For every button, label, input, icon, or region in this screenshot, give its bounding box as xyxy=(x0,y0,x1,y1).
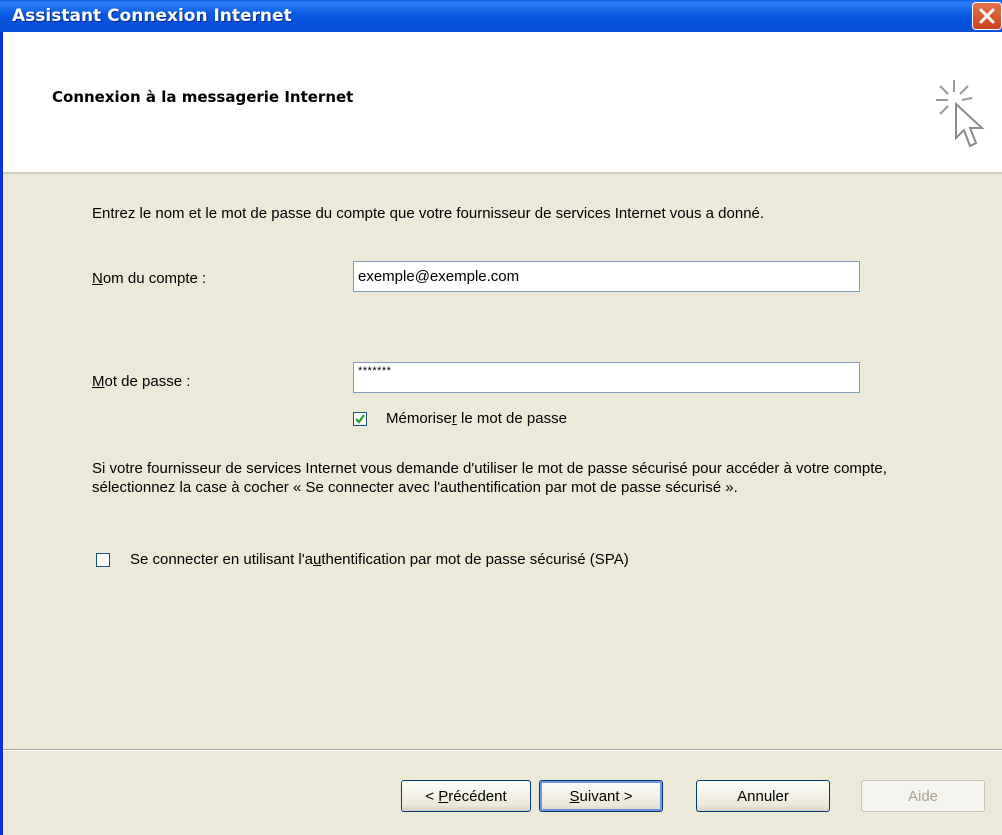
password-label: Mot de passe : xyxy=(92,373,191,390)
account-name-input[interactable]: exemple@exemple.com xyxy=(353,261,860,292)
account-name-value: exemple@exemple.com xyxy=(358,268,520,285)
spa-checkbox[interactable] xyxy=(96,553,110,567)
page-title: Connexion à la messagerie Internet xyxy=(52,88,354,106)
check-icon xyxy=(355,414,365,424)
wizard-header: Connexion à la messagerie Internet xyxy=(3,32,1002,174)
spa-label[interactable]: Se connecter en utilisant l'authentifica… xyxy=(130,550,629,569)
previous-button[interactable]: < Précédent xyxy=(401,780,531,812)
close-button[interactable] xyxy=(972,2,1002,30)
dialog-window: Assistant Connexion Internet Connexion à… xyxy=(0,0,1002,835)
account-name-label: Nom du compte : xyxy=(92,270,207,287)
cancel-button[interactable]: Annuler xyxy=(696,780,830,812)
intro-text: Entrez le nom et le mot de passe du comp… xyxy=(92,205,765,222)
close-icon xyxy=(979,8,995,24)
next-button[interactable]: Suivant > xyxy=(539,780,663,812)
remember-password-checkbox[interactable] xyxy=(353,412,367,426)
title-bar[interactable]: Assistant Connexion Internet xyxy=(0,0,1002,32)
remember-password-label[interactable]: Mémoriser le mot de passe xyxy=(386,409,567,428)
help-button[interactable]: Aide xyxy=(861,780,985,812)
window-title: Assistant Connexion Internet xyxy=(12,6,292,26)
footer-separator xyxy=(3,749,1002,751)
password-input[interactable]: ******* xyxy=(353,362,860,393)
spa-info-text: Si votre fournisseur de services Interne… xyxy=(92,460,887,496)
wizard-cursor-icon xyxy=(936,80,985,148)
password-value: ******* xyxy=(358,365,392,377)
